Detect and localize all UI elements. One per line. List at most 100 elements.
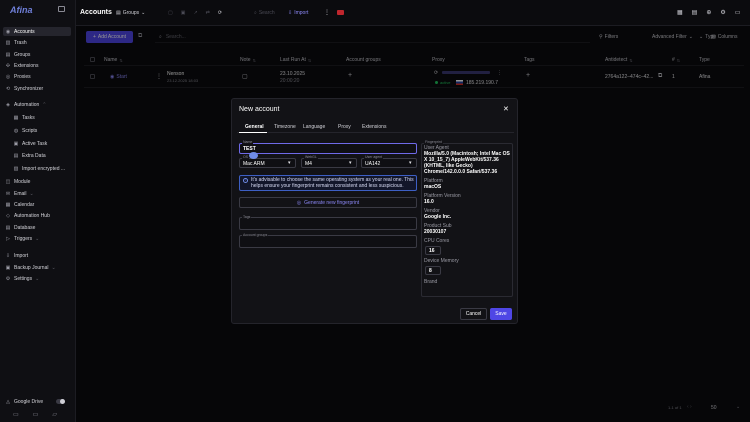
lock-icon[interactable]: ▣ bbox=[181, 10, 186, 16]
sidebar-item-email[interactable]: ✉ Email ⌄ bbox=[3, 189, 71, 198]
chevron-down-icon: ⌄ bbox=[35, 235, 40, 242]
sidebar-item-label: Scripts bbox=[22, 127, 38, 134]
database-icon: ▤ bbox=[5, 224, 11, 231]
generate-fingerprint-button[interactable]: ◎ Generate new fingerprint bbox=[239, 197, 417, 208]
gear-icon[interactable]: ⚙ bbox=[720, 9, 725, 16]
sidebar-item-synchronizer[interactable]: ⟲ Synchronizer bbox=[3, 84, 71, 93]
copy-icon[interactable]: ▢ bbox=[168, 10, 173, 16]
toolbar-icons: ▢ ▣ ↗ ⇄ ⟳ bbox=[168, 10, 222, 16]
google-drive-icon: ◬ bbox=[6, 398, 10, 405]
fp-platform-version-value: 16.0 bbox=[424, 199, 434, 205]
import-button[interactable]: ⇩ Import bbox=[288, 10, 308, 16]
sidebar-item-label: Settings bbox=[14, 275, 33, 282]
sidebar-item-label: Import encrypted ... bbox=[22, 165, 66, 172]
import-icon: ⇩ bbox=[5, 252, 11, 259]
info-icon: i bbox=[243, 178, 248, 183]
move-icon[interactable]: ↗ bbox=[193, 10, 197, 16]
fp-cpu-value[interactable]: 16 bbox=[425, 246, 441, 255]
gear-icon: ⚙ bbox=[5, 275, 11, 282]
sidebar-item-database[interactable]: ▤ Database bbox=[3, 223, 71, 232]
window-icon[interactable]: ▭ bbox=[735, 9, 741, 16]
sidebar-item-tasks[interactable]: ▦ Tasks bbox=[11, 113, 71, 122]
import-button-label: Import bbox=[294, 10, 309, 16]
topbar: Accounts ▤ Groups ⌄ ▢ ▣ ↗ ⇄ ⟳ ⌕ Search ⇩ Imp… bbox=[76, 0, 750, 26]
new-account-modal: New account ✕ General Timezone Language … bbox=[231, 98, 518, 324]
modal-close-icon[interactable]: ✕ bbox=[503, 105, 509, 113]
google-drive-toggle[interactable] bbox=[56, 399, 65, 404]
sidebar: Afina ◉ Accounts ▥ Trash ▤ Groups ✣ Extensio… bbox=[0, 0, 76, 422]
sidebar-item-backup-journal[interactable]: ▣ Backup Journal ⌄ bbox=[3, 263, 71, 272]
chevron-down-icon: ⌄ bbox=[51, 264, 56, 271]
tab-proxy[interactable]: Proxy bbox=[338, 124, 351, 130]
flag-icon[interactable] bbox=[337, 10, 344, 15]
name-field[interactable] bbox=[239, 143, 417, 154]
modal-title: New account bbox=[239, 106, 280, 113]
chevron-up-icon: ⌃ bbox=[42, 101, 47, 108]
sidebar-item-automation-hub[interactable]: ◇ Automation Hub bbox=[3, 211, 71, 220]
bottom-icons: ▭ ▭ ▱ bbox=[13, 411, 57, 418]
chevron-down-icon: ▾ bbox=[349, 160, 352, 166]
fp-platform-value: macOS bbox=[424, 184, 442, 190]
fingerprint-details: User Agent Mozilla/5.0 (Macintosh; Intel… bbox=[424, 145, 512, 285]
google-drive-label: Google Drive bbox=[14, 398, 44, 405]
sidebar-item-automation[interactable]: ◈ Automation ⌃ bbox=[3, 100, 71, 109]
tags-field[interactable] bbox=[239, 217, 417, 230]
puzzle-icon: ✣ bbox=[5, 62, 11, 69]
fp-memory-value[interactable]: 8 bbox=[425, 266, 441, 275]
os-select-label: OS bbox=[242, 155, 250, 159]
mail-icon: ✉ bbox=[5, 190, 11, 197]
save-button[interactable]: Save bbox=[490, 308, 512, 320]
sidebar-item-module[interactable]: ◫ Module bbox=[3, 177, 71, 186]
translate-icon[interactable]: ⊕ bbox=[706, 9, 711, 16]
share-icon[interactable]: ⇄ bbox=[206, 10, 210, 16]
sidebar-item-accounts[interactable]: ◉ Accounts bbox=[3, 27, 71, 36]
sidebar-item-label: Tasks bbox=[22, 114, 35, 121]
module-icon: ◫ bbox=[5, 178, 11, 185]
sidebar-item-extra-data[interactable]: ▤ Extra Data bbox=[11, 151, 71, 160]
sidebar-item-import-encrypted[interactable]: ▨ Import encrypted ... bbox=[11, 164, 71, 173]
calendar-icon[interactable]: ▦ bbox=[677, 9, 683, 16]
sidebar-item-extensions[interactable]: ✣ Extensions bbox=[3, 61, 71, 70]
user-agent-select-value: UA142 bbox=[365, 161, 381, 167]
groups-dropdown[interactable]: ▤ Groups ⌄ bbox=[116, 10, 145, 16]
trigger-icon: ▷ bbox=[6, 235, 10, 242]
trash-icon: ▥ bbox=[5, 39, 11, 46]
sidebar-item-calendar[interactable]: ▦ Calendar bbox=[3, 200, 71, 209]
active-task-icon: ▣ bbox=[13, 140, 19, 147]
sidebar-item-import[interactable]: ⇩ Import bbox=[3, 251, 71, 260]
account-groups-field-label: Account groups bbox=[242, 233, 269, 237]
tab-extensions[interactable]: Extensions bbox=[362, 124, 386, 130]
hub-icon: ◇ bbox=[6, 212, 10, 219]
sidebar-item-groups[interactable]: ▤ Groups bbox=[3, 50, 71, 59]
chat-icon[interactable]: ▱ bbox=[52, 411, 57, 418]
tasks-icon: ▦ bbox=[13, 114, 19, 121]
tab-timezone[interactable]: Timezone bbox=[274, 124, 296, 130]
folder-icon[interactable]: ▭ bbox=[13, 411, 19, 418]
chevron-down-icon: ⌄ bbox=[29, 190, 34, 197]
calendar-icon: ▦ bbox=[5, 201, 11, 208]
search-icon: ⌕ bbox=[254, 10, 257, 16]
tags-field-label: Tags bbox=[242, 215, 252, 219]
tab-language[interactable]: Language bbox=[303, 124, 325, 130]
tab-general[interactable]: General bbox=[245, 124, 264, 130]
globe-icon: ◎ bbox=[5, 73, 11, 80]
sidebar-item-label: Active Task bbox=[22, 140, 48, 147]
notes-icon[interactable]: ▤ bbox=[692, 9, 698, 16]
webgl-select-label: WebGL bbox=[304, 155, 318, 159]
generate-fingerprint-label: Generate new fingerprint bbox=[304, 199, 360, 206]
refresh-icon[interactable]: ⟳ bbox=[218, 10, 222, 16]
more-icon[interactable]: ⋮ bbox=[324, 9, 330, 16]
sidebar-item-label: Import bbox=[14, 252, 29, 259]
sidebar-item-triggers[interactable]: ▷ Triggers ⌄ bbox=[3, 234, 71, 243]
cancel-button[interactable]: Cancel bbox=[460, 308, 487, 320]
sidebar-item-proxies[interactable]: ◎ Proxies bbox=[3, 72, 71, 81]
folder-open-icon[interactable]: ▭ bbox=[33, 411, 39, 418]
webgl-select-value: M4 bbox=[305, 161, 312, 167]
sidebar-item-label: Synchronizer bbox=[14, 85, 44, 92]
sidebar-item-active-task[interactable]: ▣ Active Task bbox=[11, 139, 71, 148]
sidebar-collapse-icon[interactable] bbox=[58, 6, 65, 12]
sidebar-item-scripts[interactable]: ◍ Scripts bbox=[11, 126, 71, 135]
sidebar-item-settings[interactable]: ⚙ Settings ⌄ bbox=[3, 274, 71, 283]
sidebar-item-trash[interactable]: ▥ Trash bbox=[3, 38, 71, 47]
search-button[interactable]: ⌕ Search bbox=[254, 10, 275, 16]
